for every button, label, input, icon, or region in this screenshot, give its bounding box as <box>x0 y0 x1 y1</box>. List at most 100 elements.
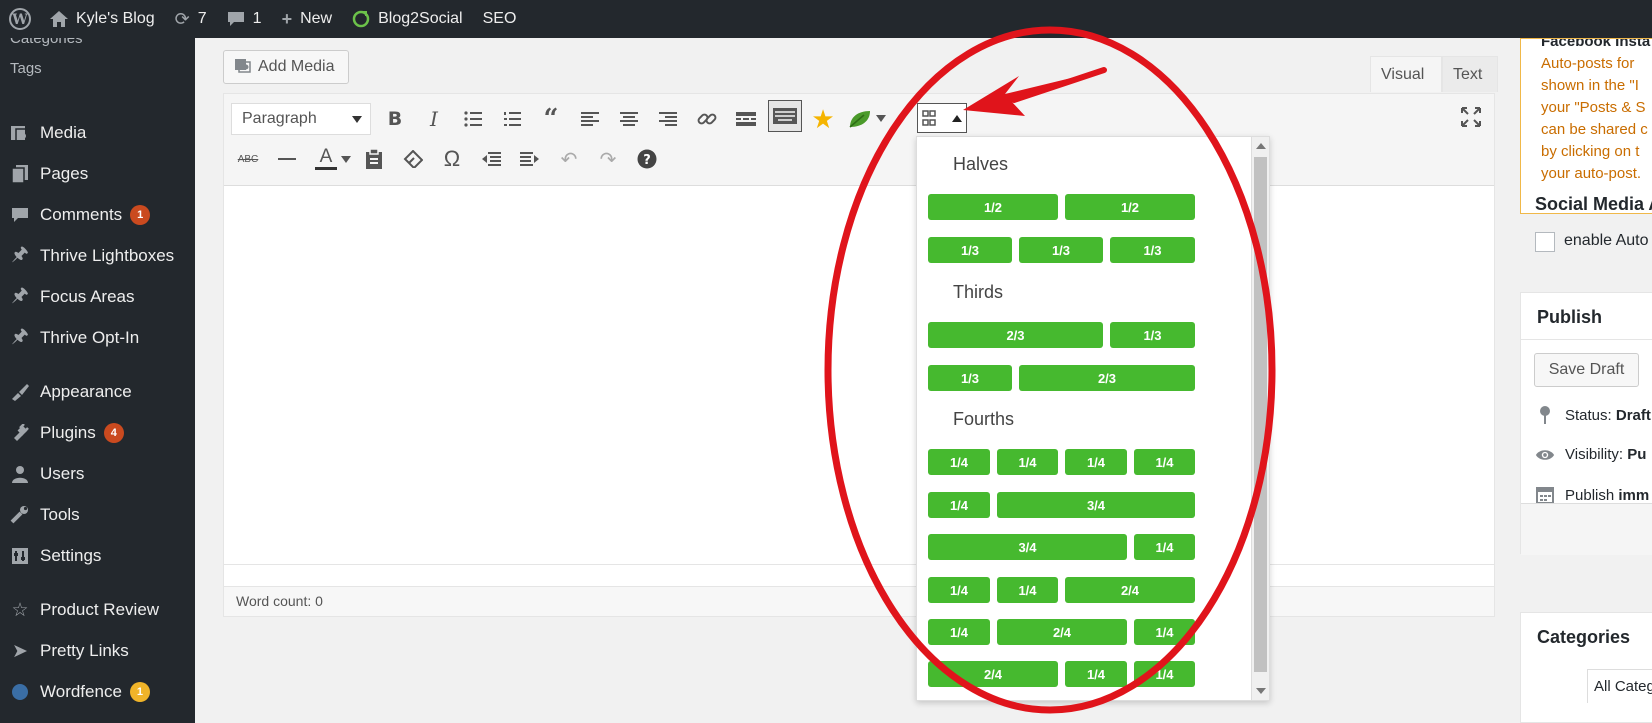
blog2social-link[interactable]: Blog2Social <box>342 0 473 38</box>
outdent-button[interactable] <box>476 144 506 174</box>
panel-scrollbar[interactable] <box>1251 137 1269 700</box>
paste-as-text-button[interactable] <box>359 144 389 174</box>
scroll-down-arrow-icon[interactable] <box>1256 688 1266 694</box>
bullet-list-button[interactable] <box>458 104 488 134</box>
numbered-list-button[interactable] <box>497 104 527 134</box>
numbered-list-icon <box>504 112 521 126</box>
tab-visual[interactable]: Visual <box>1370 56 1442 92</box>
tab-text[interactable]: Text <box>1442 56 1498 92</box>
blockquote-button[interactable]: “ <box>536 104 566 134</box>
clear-formatting-button[interactable] <box>398 144 428 174</box>
column-button-1-4[interactable]: 1/4 <box>1065 449 1127 475</box>
sidebar-sub-tags[interactable]: Tags <box>10 60 42 77</box>
help-button[interactable]: ? <box>632 144 662 174</box>
publish-box: Publish Save Draft Status: Draft Visibil… <box>1520 292 1652 555</box>
column-button-2-4[interactable]: 2/4 <box>997 619 1127 645</box>
column-button-1-4[interactable]: 1/4 <box>1134 619 1195 645</box>
align-left-button[interactable] <box>575 104 605 134</box>
fullscreen-button[interactable] <box>1456 102 1486 132</box>
undo-button[interactable]: ↶ <box>554 144 584 174</box>
redo-icon: ↷ <box>599 148 617 171</box>
site-name-link[interactable]: Kyle's Blog <box>40 0 165 38</box>
toolbar-toggle-button[interactable] <box>768 100 802 132</box>
column-button-2-4[interactable]: 2/4 <box>1065 577 1195 603</box>
sidebar-item-appearance[interactable]: Appearance <box>0 373 195 411</box>
seo-link[interactable]: SEO <box>473 0 527 38</box>
column-button-1-4[interactable]: 1/4 <box>928 449 990 475</box>
star-button[interactable]: ★ <box>808 104 838 134</box>
sidebar-item-pretty-links[interactable]: ➤ Pretty Links <box>0 632 195 670</box>
column-button-2-3[interactable]: 2/3 <box>1019 365 1195 391</box>
sidebar-item-comments[interactable]: Comments 1 <box>0 196 195 234</box>
redo-button[interactable]: ↷ <box>593 144 623 174</box>
strikethrough-button[interactable]: ABC <box>233 144 263 174</box>
column-button-1-3[interactable]: 1/3 <box>928 237 1012 263</box>
editor-toolbar: Paragraph B I “ ★ ABC A Ω ↶ ↷ ? <box>224 94 1494 186</box>
align-right-icon <box>659 112 677 126</box>
sidebar-item-users[interactable]: Users <box>0 455 195 493</box>
editor-content-area[interactable] <box>224 186 1494 564</box>
sidebar-item-settings[interactable]: Settings <box>0 537 195 575</box>
seo-label: SEO <box>482 10 517 27</box>
scroll-up-arrow-icon[interactable] <box>1256 143 1266 149</box>
special-character-button[interactable]: Ω <box>437 144 467 174</box>
column-button-3-4[interactable]: 3/4 <box>997 492 1195 518</box>
horizontal-line-button[interactable] <box>272 144 302 174</box>
leaf-plugin-button[interactable] <box>845 104 875 134</box>
column-button-1-4[interactable]: 1/4 <box>1134 534 1195 560</box>
indent-icon <box>520 152 539 166</box>
align-right-button[interactable] <box>653 104 683 134</box>
column-button-2-3[interactable]: 2/3 <box>928 322 1103 348</box>
align-center-button[interactable] <box>614 104 644 134</box>
leaf-dropdown-button[interactable] <box>874 108 888 128</box>
indent-button[interactable] <box>515 144 545 174</box>
sidebar-item-plugins[interactable]: Plugins 4 <box>0 414 195 452</box>
sidebar-item-media[interactable]: Media <box>0 114 195 152</box>
column-button-2-4[interactable]: 2/4 <box>928 661 1058 687</box>
column-button-1-2[interactable]: 1/2 <box>928 194 1058 220</box>
column-button-1-4[interactable]: 1/4 <box>928 619 990 645</box>
bold-button[interactable]: B <box>380 104 410 134</box>
column-grid-button[interactable] <box>917 103 967 133</box>
column-button-1-4[interactable]: 1/4 <box>1134 449 1195 475</box>
sidebar-item-focus-areas[interactable]: 🖈 Focus Areas <box>0 278 195 316</box>
updates-link[interactable]: ⟳ 7 <box>165 0 217 38</box>
italic-button[interactable]: I <box>419 104 449 134</box>
column-button-1-4[interactable]: 1/4 <box>997 577 1058 603</box>
save-draft-button[interactable]: Save Draft <box>1534 353 1639 387</box>
text-color-button[interactable]: A <box>311 144 341 174</box>
insert-link-button[interactable] <box>692 104 722 134</box>
sidebar-item-product-review[interactable]: ☆ Product Review <box>0 591 195 629</box>
wordpress-logo-icon[interactable]: W <box>0 0 40 38</box>
column-button-1-3[interactable]: 1/3 <box>1110 322 1195 348</box>
sidebar-item-tools[interactable]: Tools <box>0 496 195 534</box>
pin-icon: 🖈 <box>11 326 29 347</box>
tab-all-categories[interactable]: All Categ <box>1587 669 1652 703</box>
scrollbar-thumb[interactable] <box>1254 157 1267 672</box>
sidebar-item-thrive-opt-in[interactable]: 🖈 Thrive Opt-In <box>0 319 195 357</box>
sidebar-item-thrive-lightboxes[interactable]: 🖈 Thrive Lightboxes <box>0 237 195 275</box>
italic-icon: I <box>430 107 438 131</box>
sidebar-sub-categories[interactable]: Categories <box>10 38 83 47</box>
column-button-1-2[interactable]: 1/2 <box>1065 194 1195 220</box>
format-select[interactable]: Paragraph <box>231 103 371 135</box>
comments-link[interactable]: 1 <box>217 0 272 38</box>
new-content-link[interactable]: + New <box>272 0 343 38</box>
column-button-1-4[interactable]: 1/4 <box>928 577 990 603</box>
column-button-1-4[interactable]: 1/4 <box>1065 661 1127 687</box>
svg-text:W: W <box>11 12 28 28</box>
column-button-1-4[interactable]: 1/4 <box>928 492 990 518</box>
column-button-1-3[interactable]: 1/3 <box>928 365 1012 391</box>
publish-box-footer <box>1521 503 1652 555</box>
column-button-3-4[interactable]: 3/4 <box>928 534 1127 560</box>
enable-autopost-checkbox[interactable] <box>1535 232 1555 252</box>
column-button-1-4[interactable]: 1/4 <box>1134 661 1195 687</box>
sidebar-item-wordfence[interactable]: Wordfence 1 <box>0 673 195 711</box>
text-color-dropdown[interactable] <box>339 148 353 170</box>
column-button-1-3[interactable]: 1/3 <box>1019 237 1103 263</box>
column-button-1-4[interactable]: 1/4 <box>997 449 1058 475</box>
add-media-button[interactable]: Add Media <box>223 50 349 84</box>
read-more-button[interactable] <box>731 104 761 134</box>
sidebar-item-pages[interactable]: Pages <box>0 155 195 193</box>
column-button-1-3[interactable]: 1/3 <box>1110 237 1195 263</box>
